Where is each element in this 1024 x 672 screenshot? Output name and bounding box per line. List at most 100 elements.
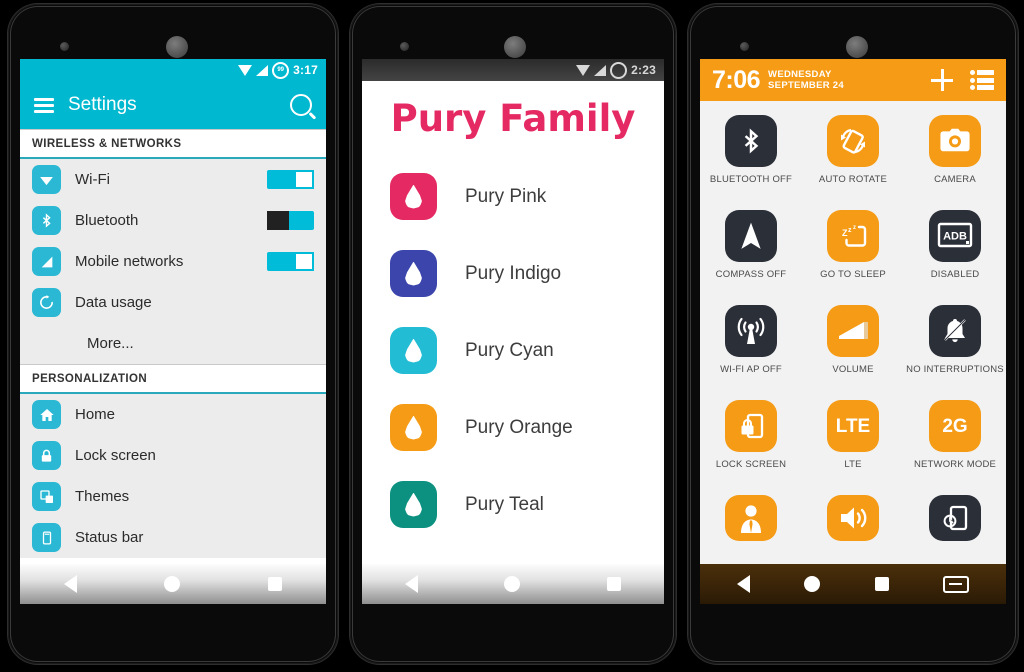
front-camera-icon bbox=[740, 42, 749, 51]
recents-icon[interactable] bbox=[606, 577, 621, 591]
back-icon[interactable] bbox=[63, 575, 77, 593]
tile-glyph: LTE bbox=[835, 415, 871, 437]
tile-label: BLUETOOTH OFF bbox=[709, 174, 793, 185]
adb-icon: ADB bbox=[929, 210, 981, 262]
settings-row-more[interactable]: More... bbox=[20, 323, 326, 364]
settings-row-mobile-networks[interactable]: Mobile networks bbox=[20, 241, 326, 282]
search-icon[interactable] bbox=[290, 94, 312, 116]
settings-row-label: Status bar bbox=[75, 529, 144, 546]
tile-user[interactable] bbox=[700, 489, 802, 541]
network-mode-icon: 2G bbox=[929, 400, 981, 452]
tile-volume[interactable]: VOLUME bbox=[802, 299, 904, 394]
hamburger-icon[interactable] bbox=[34, 97, 54, 113]
list-icon[interactable] bbox=[970, 70, 994, 90]
settings-row-lock-screen[interactable]: Lock screen bbox=[20, 435, 326, 476]
tile-wifi-ap[interactable]: WI-FI AP OFF bbox=[700, 299, 802, 394]
tile-label: WI-FI AP OFF bbox=[720, 364, 782, 375]
battery-icon bbox=[610, 61, 628, 79]
droplet-icon bbox=[390, 327, 437, 374]
tile-camera[interactable]: CAMERA bbox=[904, 109, 1006, 204]
recents-icon[interactable] bbox=[874, 577, 889, 591]
signal-icon bbox=[32, 247, 61, 276]
tile-compass[interactable]: COMPASS OFF bbox=[700, 204, 802, 299]
tile-go-to-sleep[interactable]: Z z z GO TO SLEEP bbox=[802, 204, 904, 299]
tile-no-interruptions[interactable]: NO INTERRUPTIONS bbox=[904, 299, 1006, 394]
user-icon bbox=[725, 495, 777, 541]
list-item-label: Pury Pink bbox=[465, 185, 547, 207]
list-item[interactable]: Pury Cyan bbox=[362, 312, 664, 389]
quick-settings-body: BLUETOOTH OFF AUTO ROTATE CAMERA COMPASS… bbox=[700, 101, 1006, 541]
droplet-icon bbox=[390, 173, 437, 220]
navigation-bar-right bbox=[700, 564, 1006, 604]
tile-auto-rotate[interactable]: AUTO ROTATE bbox=[802, 109, 904, 204]
wifi-toggle[interactable] bbox=[267, 170, 314, 189]
settings-row-home[interactable]: Home bbox=[20, 394, 326, 435]
app-bar: Settings bbox=[20, 81, 326, 129]
tile-lock-screen[interactable]: LOCK SCREEN bbox=[700, 394, 802, 489]
front-camera-icon bbox=[400, 42, 409, 51]
earpiece-speaker-icon bbox=[504, 36, 526, 58]
tile-glyph: 2G bbox=[942, 415, 968, 437]
list-item-label: Pury Orange bbox=[465, 416, 573, 438]
screen-timeout-icon bbox=[929, 495, 981, 541]
home-icon[interactable] bbox=[164, 576, 181, 592]
pury-family-list: Pury Pink Pury Indigo Pury Cyan Pury Ora… bbox=[362, 152, 664, 543]
home-icon[interactable] bbox=[504, 576, 521, 592]
tile-adb[interactable]: ADB DISABLED bbox=[904, 204, 1006, 299]
tile-screen-timeout[interactable] bbox=[904, 489, 1006, 541]
back-icon[interactable] bbox=[737, 575, 751, 593]
settings-row-label: More... bbox=[87, 335, 134, 352]
front-camera-icon bbox=[60, 42, 69, 51]
settings-row-status-bar[interactable]: Status bar bbox=[20, 517, 326, 558]
menu-icon[interactable] bbox=[942, 575, 969, 593]
settings-row-bluetooth[interactable]: Bluetooth bbox=[20, 200, 326, 241]
tile-sound[interactable] bbox=[802, 489, 904, 541]
settings-row-label: Home bbox=[75, 406, 116, 423]
tile-label: AUTO ROTATE bbox=[818, 174, 888, 185]
plus-icon[interactable] bbox=[930, 68, 954, 92]
home-icon bbox=[32, 400, 61, 429]
wifi-icon bbox=[576, 64, 591, 76]
recents-icon[interactable] bbox=[268, 577, 283, 591]
list-item-label: Pury Cyan bbox=[465, 339, 554, 361]
mobile-networks-toggle[interactable] bbox=[267, 252, 314, 271]
compass-icon bbox=[725, 210, 777, 262]
list-item[interactable]: Pury Teal bbox=[362, 466, 664, 543]
svg-text:z: z bbox=[853, 225, 856, 231]
home-icon[interactable] bbox=[804, 576, 821, 592]
tile-label: LOCK SCREEN bbox=[715, 459, 787, 470]
settings-row-label: Lock screen bbox=[75, 447, 156, 464]
tile-bluetooth[interactable]: BLUETOOTH OFF bbox=[700, 109, 802, 204]
tile-label: CAMERA bbox=[934, 174, 976, 185]
bluetooth-toggle[interactable] bbox=[267, 211, 314, 230]
wifi-icon bbox=[32, 165, 61, 194]
list-item[interactable]: Pury Pink bbox=[362, 158, 664, 235]
clock: 7:06 bbox=[712, 65, 761, 94]
settings-row-wifi[interactable]: Wi-Fi bbox=[20, 159, 326, 200]
settings-row-data-usage[interactable]: Data usage bbox=[20, 282, 326, 323]
droplet-icon bbox=[390, 404, 437, 451]
tile-label: COMPASS OFF bbox=[715, 269, 787, 280]
tile-network-mode[interactable]: 2G NETWORK MODE bbox=[904, 394, 1006, 489]
lte-icon: LTE bbox=[827, 400, 879, 452]
lock-icon bbox=[32, 441, 61, 470]
navigation-bar-left bbox=[20, 564, 326, 604]
tile-lte[interactable]: LTE LTE bbox=[802, 394, 904, 489]
data-usage-icon bbox=[32, 288, 61, 317]
bell-off-icon bbox=[929, 305, 981, 357]
list-item[interactable]: Pury Indigo bbox=[362, 235, 664, 312]
earpiece-speaker-icon bbox=[166, 36, 188, 58]
back-icon[interactable] bbox=[405, 575, 419, 593]
status-time: 3:17 bbox=[293, 63, 318, 77]
droplet-icon bbox=[390, 481, 437, 528]
status-bar-center: 2:23 bbox=[362, 59, 664, 81]
page-title: Settings bbox=[68, 94, 137, 115]
settings-row-label: Mobile networks bbox=[75, 253, 184, 270]
wifi-icon bbox=[238, 64, 253, 76]
list-item[interactable]: Pury Orange bbox=[362, 389, 664, 466]
phone-device-left: 99 3:17 Settings WIRELESS & NETWORKS Wi-… bbox=[8, 4, 338, 664]
svg-text:z: z bbox=[848, 227, 852, 234]
settings-row-themes[interactable]: Themes bbox=[20, 476, 326, 517]
phone-screen-left: 99 3:17 Settings WIRELESS & NETWORKS Wi-… bbox=[20, 59, 326, 604]
list-item-label: Pury Teal bbox=[465, 493, 544, 515]
